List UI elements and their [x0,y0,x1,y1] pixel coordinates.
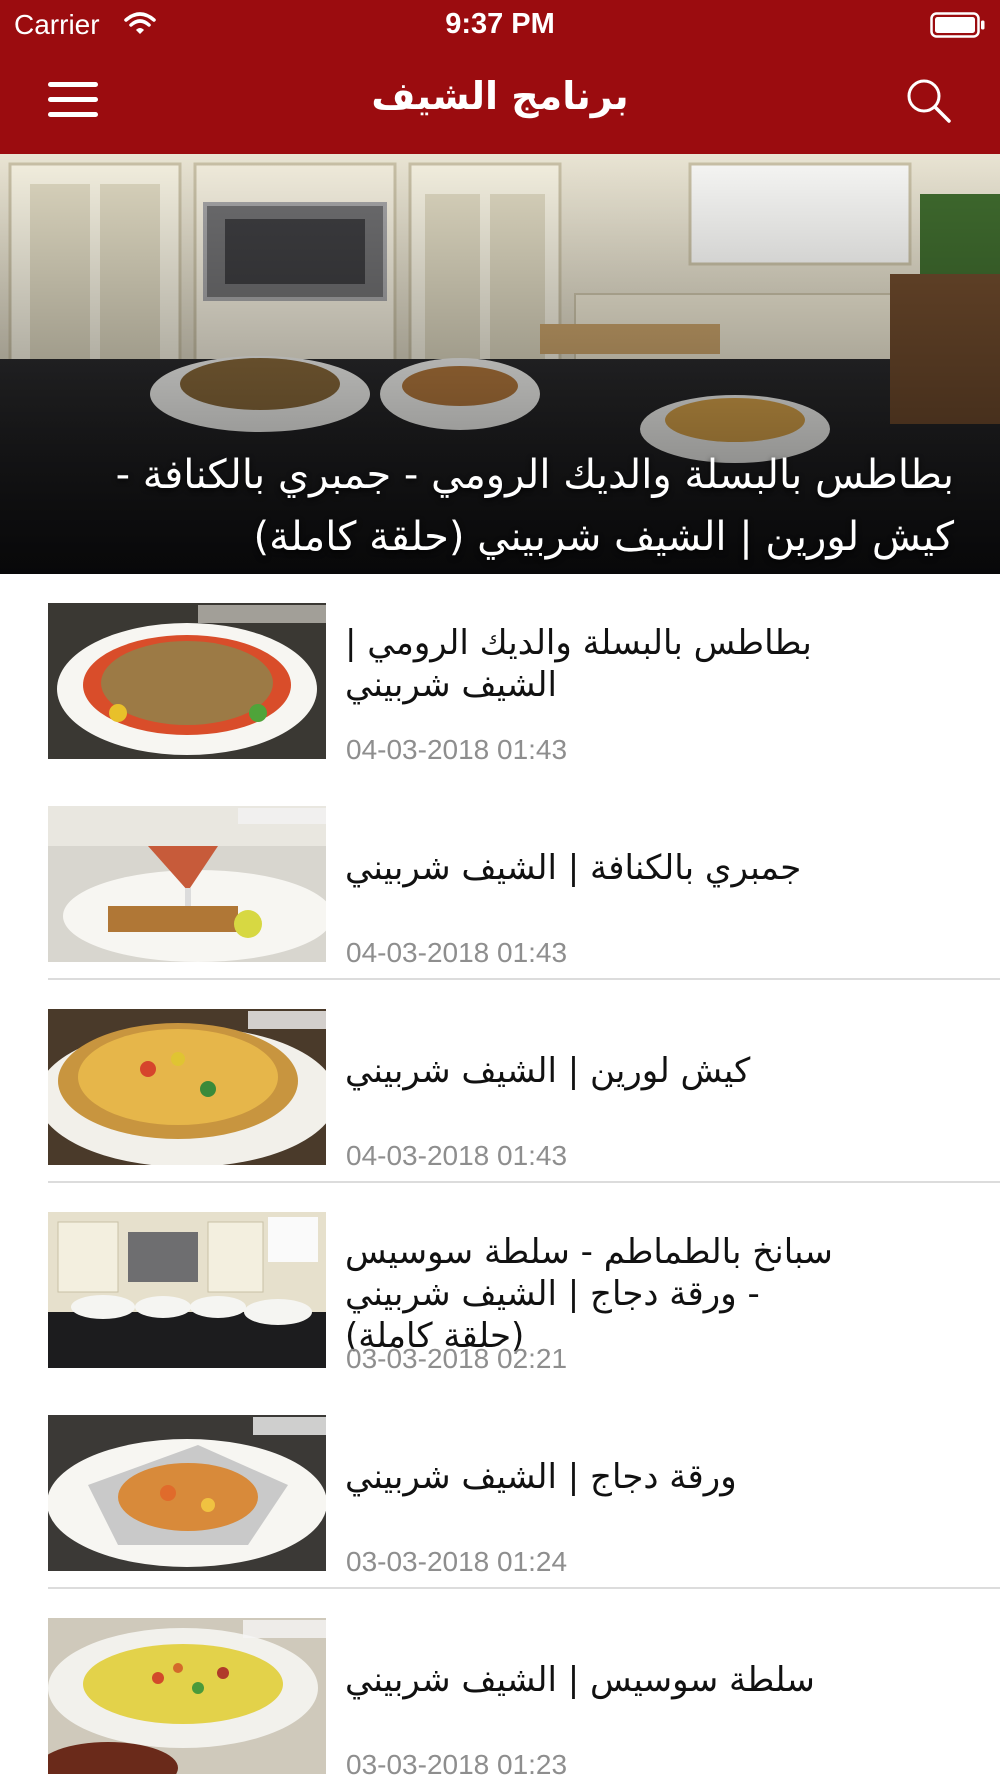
video-title: سبانخ بالطماطم - سلطة سوسيس - ورقة دجاج … [345,1232,833,1356]
featured-video[interactable]: بطاطس بالبسلة والديك الرومي - جمبري بالك… [0,154,1000,574]
video-title: كيش لورين | الشيف شربيني [345,1051,751,1091]
featured-video-title: بطاطس بالبسلة والديك الرومي - جمبري بالك… [115,452,954,560]
video-thumbnail [48,1618,326,1774]
video-date: 04-03-2018 01:43 [346,734,568,765]
search-button[interactable] [904,76,954,126]
video-title: بطاطس بالبسلة والديك الرومي | الشيف شربي… [345,623,812,705]
video-list: بطاطس بالبسلة والديك الرومي | الشيف شربي… [0,574,1000,1792]
list-item[interactable]: سبانخ بالطماطم - سلطة سوسيس - ورقة دجاج … [0,1183,1000,1386]
video-title: سلطة سوسيس | الشيف شربيني [345,1660,815,1700]
search-icon [907,79,951,123]
list-item[interactable]: بطاطس بالبسلة والديك الرومي | الشيف شربي… [0,574,1000,777]
video-thumbnail [48,1009,326,1165]
nav-bar: برنامج الشيف [0,50,1000,154]
list-item[interactable]: جمبري بالكنافة | الشيف شربيني 04-03-2018… [0,777,1000,980]
list-item[interactable]: سلطة سوسيس | الشيف شربيني 03-03-2018 01:… [0,1589,1000,1792]
video-thumbnail [48,806,326,962]
list-item[interactable]: كيش لورين | الشيف شربيني 04-03-2018 01:4… [0,980,1000,1183]
video-title: جمبري بالكنافة | الشيف شربيني [345,848,802,888]
page-title: برنامج الشيف [371,74,629,118]
video-date: 03-03-2018 02:21 [346,1343,568,1374]
status-bar: Carrier 9:37 PM [0,0,1000,50]
video-thumbnail [48,603,326,759]
video-date: 03-03-2018 01:24 [346,1546,568,1577]
video-title: ورقة دجاج | الشيف شربيني [345,1457,737,1497]
status-time: 9:37 PM [445,8,555,40]
battery-icon [930,12,986,38]
video-date: 04-03-2018 01:43 [346,937,568,968]
video-thumbnail [48,1212,326,1368]
video-thumbnail [48,1415,326,1571]
list-item[interactable]: ورقة دجاج | الشيف شربيني 03-03-2018 01:2… [0,1386,1000,1589]
video-date: 03-03-2018 01:23 [346,1749,568,1780]
video-date: 04-03-2018 01:43 [346,1140,568,1171]
